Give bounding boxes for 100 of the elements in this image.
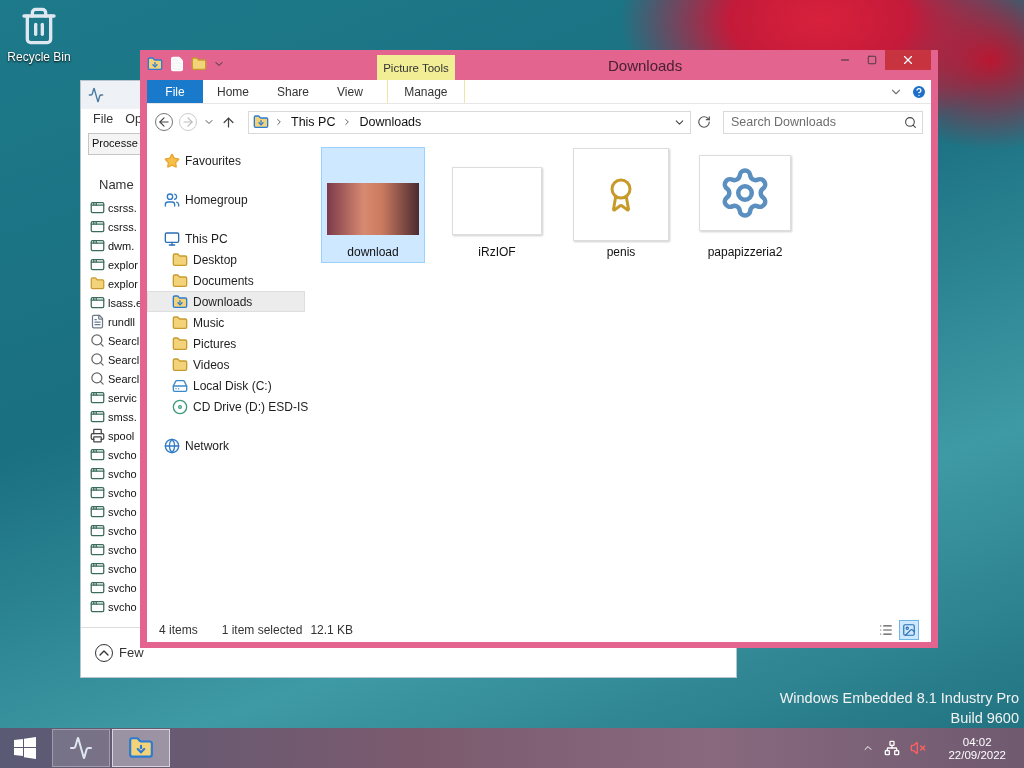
address-bar[interactable]: This PC Downloads xyxy=(248,110,691,134)
processes-tab[interactable]: Processe xyxy=(88,133,142,155)
process-name[interactable]: rundll xyxy=(108,315,135,328)
nav-item[interactable]: Network xyxy=(147,435,305,456)
list-icon xyxy=(879,623,893,637)
globe-icon xyxy=(164,437,180,454)
file-item[interactable]: papapizzeria2 xyxy=(693,147,797,263)
breadcrumb[interactable]: This PC xyxy=(289,115,338,129)
process-name[interactable]: csrss. xyxy=(108,201,137,214)
process-name[interactable]: Searcl xyxy=(108,353,140,366)
nav-item[interactable]: Local Disk (C:) xyxy=(147,375,305,396)
nav-item[interactable]: Downloads xyxy=(147,291,305,312)
nav-item[interactable]: Music xyxy=(147,312,305,333)
process-name[interactable]: explor xyxy=(108,258,138,271)
up-button[interactable] xyxy=(221,114,236,130)
search-field[interactable]: Search Downloads xyxy=(723,110,923,134)
nav-item[interactable]: This PC xyxy=(147,228,305,249)
help-icon[interactable] xyxy=(911,83,927,100)
speaker-muted-icon[interactable] xyxy=(910,740,927,756)
chevron-icon[interactable] xyxy=(274,117,284,127)
refresh-button[interactable] xyxy=(697,115,711,129)
folder-download-icon[interactable] xyxy=(147,56,163,72)
process-name[interactable]: svcho xyxy=(108,524,137,537)
people-icon xyxy=(164,191,180,208)
new-folder-icon[interactable] xyxy=(191,56,207,72)
folder-icon xyxy=(172,251,188,268)
process-name[interactable]: svcho xyxy=(108,562,137,575)
version-text: Build 9600 xyxy=(950,710,1019,726)
window-icon xyxy=(90,485,105,500)
search-icon xyxy=(90,333,105,348)
document-icon xyxy=(90,314,105,329)
window-icon xyxy=(90,295,105,310)
process-name[interactable]: svcho xyxy=(108,505,137,518)
taskbar-button[interactable] xyxy=(112,729,170,767)
column-header[interactable]: Name xyxy=(99,177,134,192)
star-icon xyxy=(164,152,180,169)
process-name[interactable]: csrss. xyxy=(108,220,137,233)
search-icon xyxy=(90,352,105,367)
folder-download-icon xyxy=(253,114,269,130)
file-item[interactable]: iRzIOF xyxy=(445,147,549,263)
file-item[interactable]: penis xyxy=(569,147,673,263)
selection-size: 12.1 KB xyxy=(310,623,354,637)
menu-item[interactable]: File xyxy=(93,112,114,126)
window-icon xyxy=(90,200,105,215)
disc-icon xyxy=(172,398,188,415)
search-icon[interactable] xyxy=(904,115,917,129)
process-name[interactable]: spool xyxy=(108,429,135,442)
process-name[interactable]: svcho xyxy=(108,467,137,480)
nav-item[interactable]: Pictures xyxy=(147,333,305,354)
nav-item[interactable]: Desktop xyxy=(147,249,305,270)
folder-download-icon xyxy=(128,735,154,761)
window-icon xyxy=(90,447,105,462)
printer-icon xyxy=(90,428,105,443)
item-count: 4 items xyxy=(159,623,198,637)
process-name[interactable]: dwm. xyxy=(108,239,135,252)
windows-logo-icon xyxy=(14,737,36,759)
process-name[interactable]: explor xyxy=(108,277,138,290)
close-icon xyxy=(901,53,915,67)
window-icon xyxy=(90,504,105,519)
folder-icon xyxy=(172,314,188,331)
context-tab-header: Picture Tools xyxy=(377,55,455,80)
folder-download-icon xyxy=(172,293,188,310)
process-name[interactable]: Searcl xyxy=(108,372,140,385)
process-name[interactable]: smss. xyxy=(108,410,137,423)
process-name[interactable]: servic xyxy=(108,391,137,404)
folder-icon xyxy=(172,335,188,352)
window-icon xyxy=(90,257,105,272)
breadcrumb[interactable]: Downloads xyxy=(357,115,424,129)
image-icon xyxy=(902,623,916,637)
nav-item[interactable]: Videos xyxy=(147,354,305,375)
maximize-icon xyxy=(866,55,877,65)
network-icon[interactable] xyxy=(884,740,901,756)
window-icon xyxy=(90,542,105,557)
window-icon xyxy=(90,219,105,234)
taskbar-button[interactable] xyxy=(52,729,110,767)
window-icon xyxy=(90,599,105,614)
process-name[interactable]: svcho xyxy=(108,600,137,613)
window-icon xyxy=(90,238,105,253)
ribbon-tab[interactable]: File xyxy=(147,80,203,103)
window-icon xyxy=(90,523,105,538)
ribbon-tab[interactable]: Manage xyxy=(386,80,465,103)
selection-status: 1 item selected xyxy=(221,623,303,637)
folder-icon xyxy=(90,276,105,291)
nav-item[interactable]: Documents xyxy=(147,270,305,291)
process-name[interactable]: svcho xyxy=(108,543,137,556)
process-name[interactable]: Searcl xyxy=(108,334,140,347)
process-name[interactable]: svcho xyxy=(108,581,137,594)
desktop-icon-label[interactable]: Recycle Bin xyxy=(7,50,71,64)
file-item[interactable]: download xyxy=(321,147,425,263)
process-name[interactable]: svcho xyxy=(108,486,137,499)
close-button[interactable] xyxy=(885,50,931,70)
search-icon xyxy=(90,371,105,386)
nav-item[interactable]: Homegroup xyxy=(147,189,305,210)
clock[interactable]: 04:02 22/09/2022 xyxy=(948,735,1006,761)
process-name[interactable]: svcho xyxy=(108,448,137,461)
fewer-details-link[interactable]: Few xyxy=(119,645,144,660)
window-title: Downloads xyxy=(608,57,683,74)
window-icon xyxy=(90,409,105,424)
large-icons-view-button[interactable] xyxy=(899,620,919,640)
nav-item[interactable]: Favourites xyxy=(147,150,305,171)
